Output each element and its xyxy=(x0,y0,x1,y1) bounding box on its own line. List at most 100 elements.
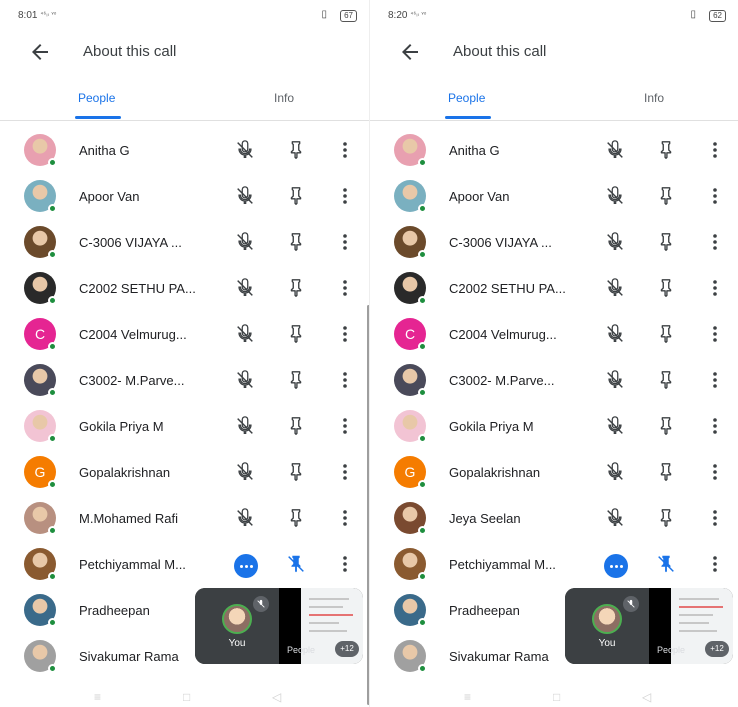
pin-icon[interactable] xyxy=(285,507,307,529)
mic-off-icon[interactable] xyxy=(604,139,626,161)
more-options-icon[interactable] xyxy=(705,369,725,391)
tab-people[interactable]: People xyxy=(448,91,485,105)
more-options-icon[interactable] xyxy=(335,277,355,299)
pin-icon[interactable] xyxy=(285,461,307,483)
pin-icon[interactable] xyxy=(655,231,677,253)
pin-icon[interactable] xyxy=(655,415,677,437)
mic-off-icon[interactable] xyxy=(604,231,626,253)
more-options-icon[interactable] xyxy=(335,369,355,391)
more-options-icon[interactable] xyxy=(705,139,725,161)
nav-menu-icon[interactable]: ≡ xyxy=(94,690,101,704)
more-options-icon[interactable] xyxy=(335,323,355,345)
pin-icon[interactable] xyxy=(655,139,677,161)
mic-off-icon[interactable] xyxy=(234,139,256,161)
pin-icon[interactable] xyxy=(655,277,677,299)
more-options-icon[interactable] xyxy=(335,461,355,483)
pin-icon[interactable] xyxy=(655,461,677,483)
more-options-icon[interactable] xyxy=(705,461,725,483)
tab-people[interactable]: People xyxy=(78,91,115,105)
more-options-icon[interactable] xyxy=(335,231,355,253)
participant-row[interactable]: C C2004 Velmurug... xyxy=(0,312,369,358)
vibrate-icon: ▯ xyxy=(690,9,696,20)
mic-off-icon[interactable] xyxy=(604,415,626,437)
participant-row[interactable]: C2002 SETHU PA... xyxy=(0,266,369,312)
mic-off-icon[interactable] xyxy=(604,507,626,529)
mic-off-icon[interactable] xyxy=(234,323,256,345)
participant-row[interactable]: Petchiyammal M... xyxy=(370,542,738,588)
pin-icon[interactable] xyxy=(655,323,677,345)
avatar xyxy=(24,502,57,535)
mic-off-icon[interactable] xyxy=(234,415,256,437)
more-options-icon[interactable] xyxy=(705,553,725,575)
tab-bar: People Info xyxy=(0,86,369,120)
more-options-icon[interactable] xyxy=(705,231,725,253)
participant-row[interactable]: Jeya Seelan xyxy=(370,496,738,542)
pin-icon[interactable] xyxy=(285,369,307,391)
pin-icon[interactable] xyxy=(285,139,307,161)
back-arrow-icon[interactable] xyxy=(398,40,422,64)
more-options-icon[interactable] xyxy=(335,507,355,529)
participant-row[interactable]: Gokila Priya M xyxy=(0,404,369,450)
participant-row[interactable]: C3002- M.Parve... xyxy=(370,358,738,404)
more-options-icon[interactable] xyxy=(705,185,725,207)
mic-off-icon[interactable] xyxy=(604,369,626,391)
nav-home-icon[interactable]: □ xyxy=(553,690,560,704)
mic-off-icon[interactable] xyxy=(234,369,256,391)
pin-icon[interactable] xyxy=(285,323,307,345)
pin-icon[interactable] xyxy=(285,231,307,253)
mic-off-icon[interactable] xyxy=(604,185,626,207)
participant-row[interactable]: Anitha G xyxy=(0,128,369,174)
more-options-icon[interactable] xyxy=(335,415,355,437)
mic-off-icon[interactable] xyxy=(234,185,256,207)
unpin-icon[interactable] xyxy=(655,553,677,575)
more-options-icon[interactable] xyxy=(335,139,355,161)
pin-icon[interactable] xyxy=(285,415,307,437)
pin-icon[interactable] xyxy=(285,185,307,207)
participant-name: Gopalakrishnan xyxy=(79,465,171,480)
online-status-dot xyxy=(48,434,57,443)
more-options-icon[interactable] xyxy=(705,277,725,299)
participant-row[interactable]: Gokila Priya M xyxy=(370,404,738,450)
mic-off-icon[interactable] xyxy=(604,323,626,345)
tab-info[interactable]: Info xyxy=(274,91,294,105)
participant-row[interactable]: C-3006 VIJAYA ... xyxy=(370,220,738,266)
nav-menu-icon[interactable]: ≡ xyxy=(464,690,471,704)
mic-off-icon[interactable] xyxy=(234,507,256,529)
more-options-icon[interactable] xyxy=(335,553,355,575)
mic-off-icon[interactable] xyxy=(234,231,256,253)
more-options-icon[interactable] xyxy=(335,185,355,207)
pin-icon[interactable] xyxy=(655,507,677,529)
participant-row[interactable]: C2002 SETHU PA... xyxy=(370,266,738,312)
participant-row[interactable]: Petchiyammal M... xyxy=(0,542,369,588)
more-options-icon[interactable] xyxy=(705,507,725,529)
tab-info[interactable]: Info xyxy=(644,91,664,105)
nav-back-icon[interactable]: ◁ xyxy=(642,690,651,704)
more-options-icon[interactable] xyxy=(705,415,725,437)
more-options-icon[interactable] xyxy=(705,323,725,345)
pin-icon[interactable] xyxy=(285,277,307,299)
mic-off-icon[interactable] xyxy=(234,277,256,299)
picture-in-picture[interactable]: You People +12 xyxy=(195,588,363,664)
nav-back-icon[interactable]: ◁ xyxy=(272,690,281,704)
pin-icon[interactable] xyxy=(655,185,677,207)
avatar xyxy=(24,410,57,443)
mic-off-icon[interactable] xyxy=(604,461,626,483)
picture-in-picture[interactable]: You People +12 xyxy=(565,588,733,664)
participant-row[interactable]: G Gopalakrishnan xyxy=(370,450,738,496)
participant-row[interactable]: G Gopalakrishnan xyxy=(0,450,369,496)
pin-icon[interactable] xyxy=(655,369,677,391)
participant-row[interactable]: C C2004 Velmurug... xyxy=(370,312,738,358)
participant-row[interactable]: Apoor Van xyxy=(0,174,369,220)
participant-row[interactable]: Apoor Van xyxy=(370,174,738,220)
participant-row[interactable]: C-3006 VIJAYA ... xyxy=(0,220,369,266)
mic-off-icon[interactable] xyxy=(604,277,626,299)
participant-row[interactable]: C3002- M.Parve... xyxy=(0,358,369,404)
participant-name: Petchiyammal M... xyxy=(79,557,186,572)
participant-row[interactable]: Anitha G xyxy=(370,128,738,174)
nav-home-icon[interactable]: □ xyxy=(183,690,190,704)
participant-name: C2002 SETHU PA... xyxy=(79,281,196,296)
mic-off-icon[interactable] xyxy=(234,461,256,483)
participant-row[interactable]: M.Mohamed Rafi xyxy=(0,496,369,542)
back-arrow-icon[interactable] xyxy=(28,40,52,64)
unpin-icon[interactable] xyxy=(285,553,307,575)
